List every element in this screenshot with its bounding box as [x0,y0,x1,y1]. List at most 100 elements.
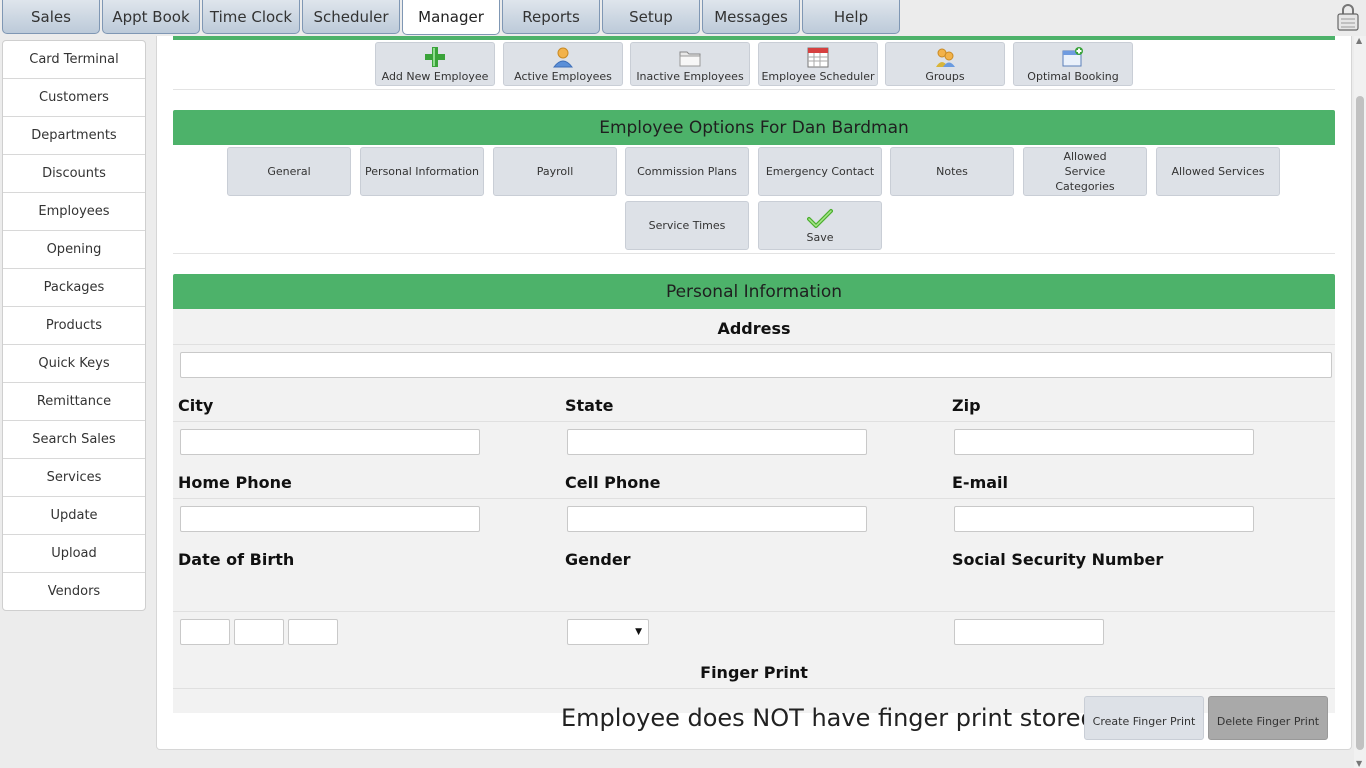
group-icon [936,48,955,67]
date-of-birth-label: Date of Birth [178,550,295,569]
email-input[interactable] [954,506,1254,532]
tab-setup[interactable]: Setup [602,0,700,34]
home-phone-input[interactable] [180,506,480,532]
optimal-booking-button[interactable]: Optimal Booking [1013,42,1133,86]
person-icon [552,47,574,68]
divider [173,344,1335,345]
groups-label: Groups [925,70,965,83]
tab-help[interactable]: Help [802,0,900,34]
create-finger-print-button[interactable]: Create Finger Print [1084,696,1204,740]
sidebar-item-opening[interactable]: Opening [3,231,145,269]
tab-sales[interactable]: Sales [2,0,100,34]
tab-scheduler[interactable]: Scheduler [302,0,400,34]
scrollbar[interactable]: ▲ ▼ [1354,36,1366,768]
sidebar-item-employees[interactable]: Employees [3,193,145,231]
email-label: E-mail [952,473,1009,492]
sidebar-item-departments[interactable]: Departments [3,117,145,155]
cell-phone-label: Cell Phone [565,473,661,492]
sidebar-item-update[interactable]: Update [3,497,145,535]
add-new-employee-label: Add New Employee [381,70,489,83]
add-person-icon [425,47,445,67]
option-general-button[interactable]: General [227,147,351,196]
dropdown-arrow-icon: ▼ [635,627,642,637]
groups-button[interactable]: Groups [885,42,1005,86]
employee-options-title: Employee Options For Dan Bardman [173,110,1335,145]
scroll-thumb[interactable] [1356,96,1364,750]
option-notes-button[interactable]: Notes [890,147,1014,196]
home-phone-label: Home Phone [178,473,292,492]
sidebar-item-services[interactable]: Services [3,459,145,497]
address-heading: Address [717,319,791,338]
zip-input[interactable] [954,429,1254,455]
state-label: State [565,396,614,415]
inactive-employees-button[interactable]: Inactive Employees [630,42,750,86]
tab-reports[interactable]: Reports [502,0,600,34]
sidebar: Card Terminal Customers Departments Disc… [2,40,146,611]
finger-print-heading: Finger Print [700,663,808,682]
active-employees-label: Active Employees [514,70,612,83]
tab-appt-book[interactable]: Appt Book [102,0,200,34]
sidebar-item-packages[interactable]: Packages [3,269,145,307]
folder-icon [679,51,701,67]
finger-print-status: Employee does NOT have finger print stor… [561,704,1096,732]
ssn-input[interactable] [954,619,1104,645]
city-label: City [178,396,214,415]
sidebar-item-products[interactable]: Products [3,307,145,345]
option-allowed-service-categories-button[interactable]: Allowed Service Categories [1023,147,1147,196]
inactive-employees-label: Inactive Employees [636,70,744,83]
checkmark-icon [807,209,833,228]
tab-manager[interactable]: Manager [402,0,500,35]
save-button[interactable]: Save [758,201,882,250]
sidebar-item-remittance[interactable]: Remittance [3,383,145,421]
sidebar-item-quick-keys[interactable]: Quick Keys [3,345,145,383]
address-input[interactable] [180,352,1332,378]
divider [173,421,1335,422]
top-navigation: Sales Appt Book Time Clock Scheduler Man… [0,0,1366,36]
employee-scheduler-label: Employee Scheduler [761,70,875,83]
cell-phone-input[interactable] [567,506,867,532]
gender-select[interactable]: ▼ [567,619,649,645]
active-employees-button[interactable]: Active Employees [503,42,623,86]
main-panel: Add New Employee Active Employees Inacti… [156,36,1352,750]
sidebar-item-customers[interactable]: Customers [3,79,145,117]
add-new-employee-button[interactable]: Add New Employee [375,42,495,86]
state-input[interactable] [567,429,867,455]
lock-icon[interactable] [1335,2,1361,32]
personal-information-title: Personal Information [173,274,1335,309]
divider [173,498,1335,499]
scroll-down-icon[interactable]: ▼ [1356,759,1362,768]
option-service-times-button[interactable]: Service Times [625,201,749,250]
divider [173,89,1335,90]
dob-month-input[interactable] [180,619,230,645]
sidebar-item-discounts[interactable]: Discounts [3,155,145,193]
divider [173,611,1335,612]
sidebar-item-card-terminal[interactable]: Card Terminal [3,41,145,79]
tab-messages[interactable]: Messages [702,0,800,34]
personal-information-form: Address City State Zip Home Phone Cell P… [173,309,1335,740]
optimal-booking-label: Optimal Booking [1027,70,1119,83]
sidebar-item-upload[interactable]: Upload [3,535,145,573]
dob-day-input[interactable] [234,619,284,645]
employee-scheduler-button[interactable]: Employee Scheduler [758,42,878,86]
top-accent-bar [173,36,1335,40]
option-commission-plans-button[interactable]: Commission Plans [625,147,749,196]
option-payroll-button[interactable]: Payroll [493,147,617,196]
calendar-icon [807,47,829,68]
dob-year-input[interactable] [288,619,338,645]
scroll-up-icon[interactable]: ▲ [1356,36,1362,45]
option-emergency-contact-button[interactable]: Emergency Contact [758,147,882,196]
delete-finger-print-button[interactable]: Delete Finger Print [1208,696,1328,740]
booking-icon [1062,47,1083,67]
gender-label: Gender [565,550,631,569]
zip-label: Zip [952,396,981,415]
option-allowed-services-button[interactable]: Allowed Services [1156,147,1280,196]
sidebar-item-search-sales[interactable]: Search Sales [3,421,145,459]
divider [173,253,1335,254]
divider [173,688,1335,689]
option-personal-information-button[interactable]: Personal Information [360,147,484,196]
sidebar-item-vendors[interactable]: Vendors [3,573,145,610]
ssn-label: Social Security Number [952,550,1164,569]
save-label: Save [806,231,834,244]
city-input[interactable] [180,429,480,455]
tab-time-clock[interactable]: Time Clock [202,0,300,34]
